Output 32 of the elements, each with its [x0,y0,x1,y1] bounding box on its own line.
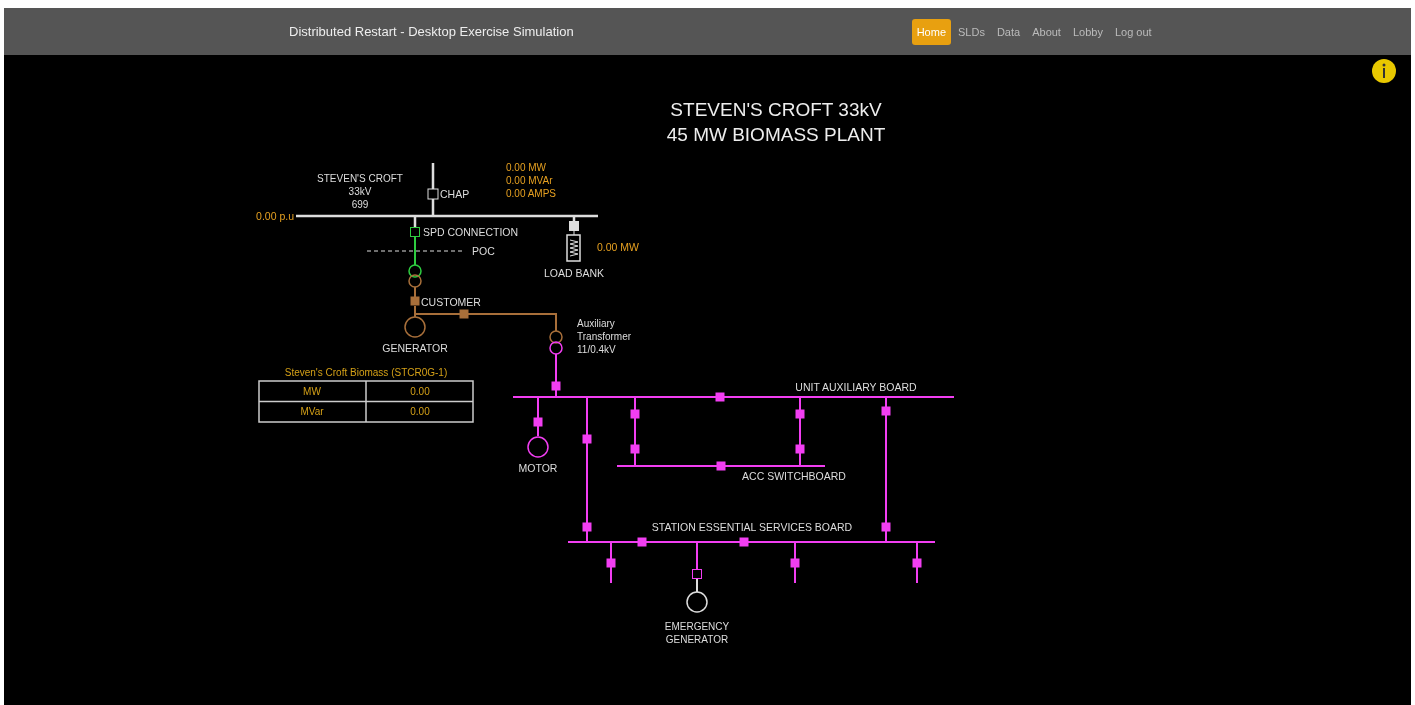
chap-readings: 0.00 MW 0.00 MVAr 0.00 AMPS [506,162,557,199]
chap-label: CHAP [440,188,470,200]
customer-label: CUSTOMER [421,296,481,308]
acc-switchboard-label: ACC SWITCHBOARD [742,470,846,482]
table-cell: 0.00 [410,386,430,397]
table-cell: MW [303,386,321,397]
info-icon[interactable] [1372,59,1396,83]
nav-link[interactable]: About [1027,18,1066,45]
motor-label: MOTOR [518,462,558,474]
load-bank-reading: 0.00 MW [597,241,639,253]
circuit-breaker[interactable] [692,569,702,579]
table-cell: MVar [300,406,324,417]
app-title: Distributed Restart - Desktop Exercise Simulation [289,24,574,39]
nav-link[interactable]: Lobby [1067,18,1108,45]
unit-auxiliary-board-label: UNIT AUXILIARY BOARD [795,381,917,393]
emergency-generator-label: EMERGENCY GENERATOR [664,621,730,645]
diagram-title: STEVEN'S CROFT 33kV 45 MW BIOMASS PLANT [666,99,886,145]
substation-label: STEVEN'S CROFT 33kV 699 [317,173,403,210]
nav-link[interactable]: Data [991,18,1026,45]
generator-label: GENERATOR [382,342,448,354]
table-title: Steven's Croft Biomass (STCR0G-1) [284,367,448,378]
nav-link[interactable]: Log out [1109,18,1157,45]
poc-label: POC [472,245,495,257]
circuit-breaker[interactable] [410,227,420,237]
spd-connection-label: SPD CONNECTION [423,226,519,238]
nav-link[interactable]: SLDs [953,18,990,45]
station-board-label: STATION ESSENTIAL SERVICES BOARD [651,521,853,533]
nav-link[interactable]: Home [911,18,951,45]
load-bank-label: LOAD BANK [543,267,605,279]
auxiliary-transformer-label: Auxiliary Transformer 11/0.4kV [577,318,632,355]
table-cell: 0.00 [410,406,430,417]
bus-voltage-reading: 0.00 p.u [256,210,294,222]
